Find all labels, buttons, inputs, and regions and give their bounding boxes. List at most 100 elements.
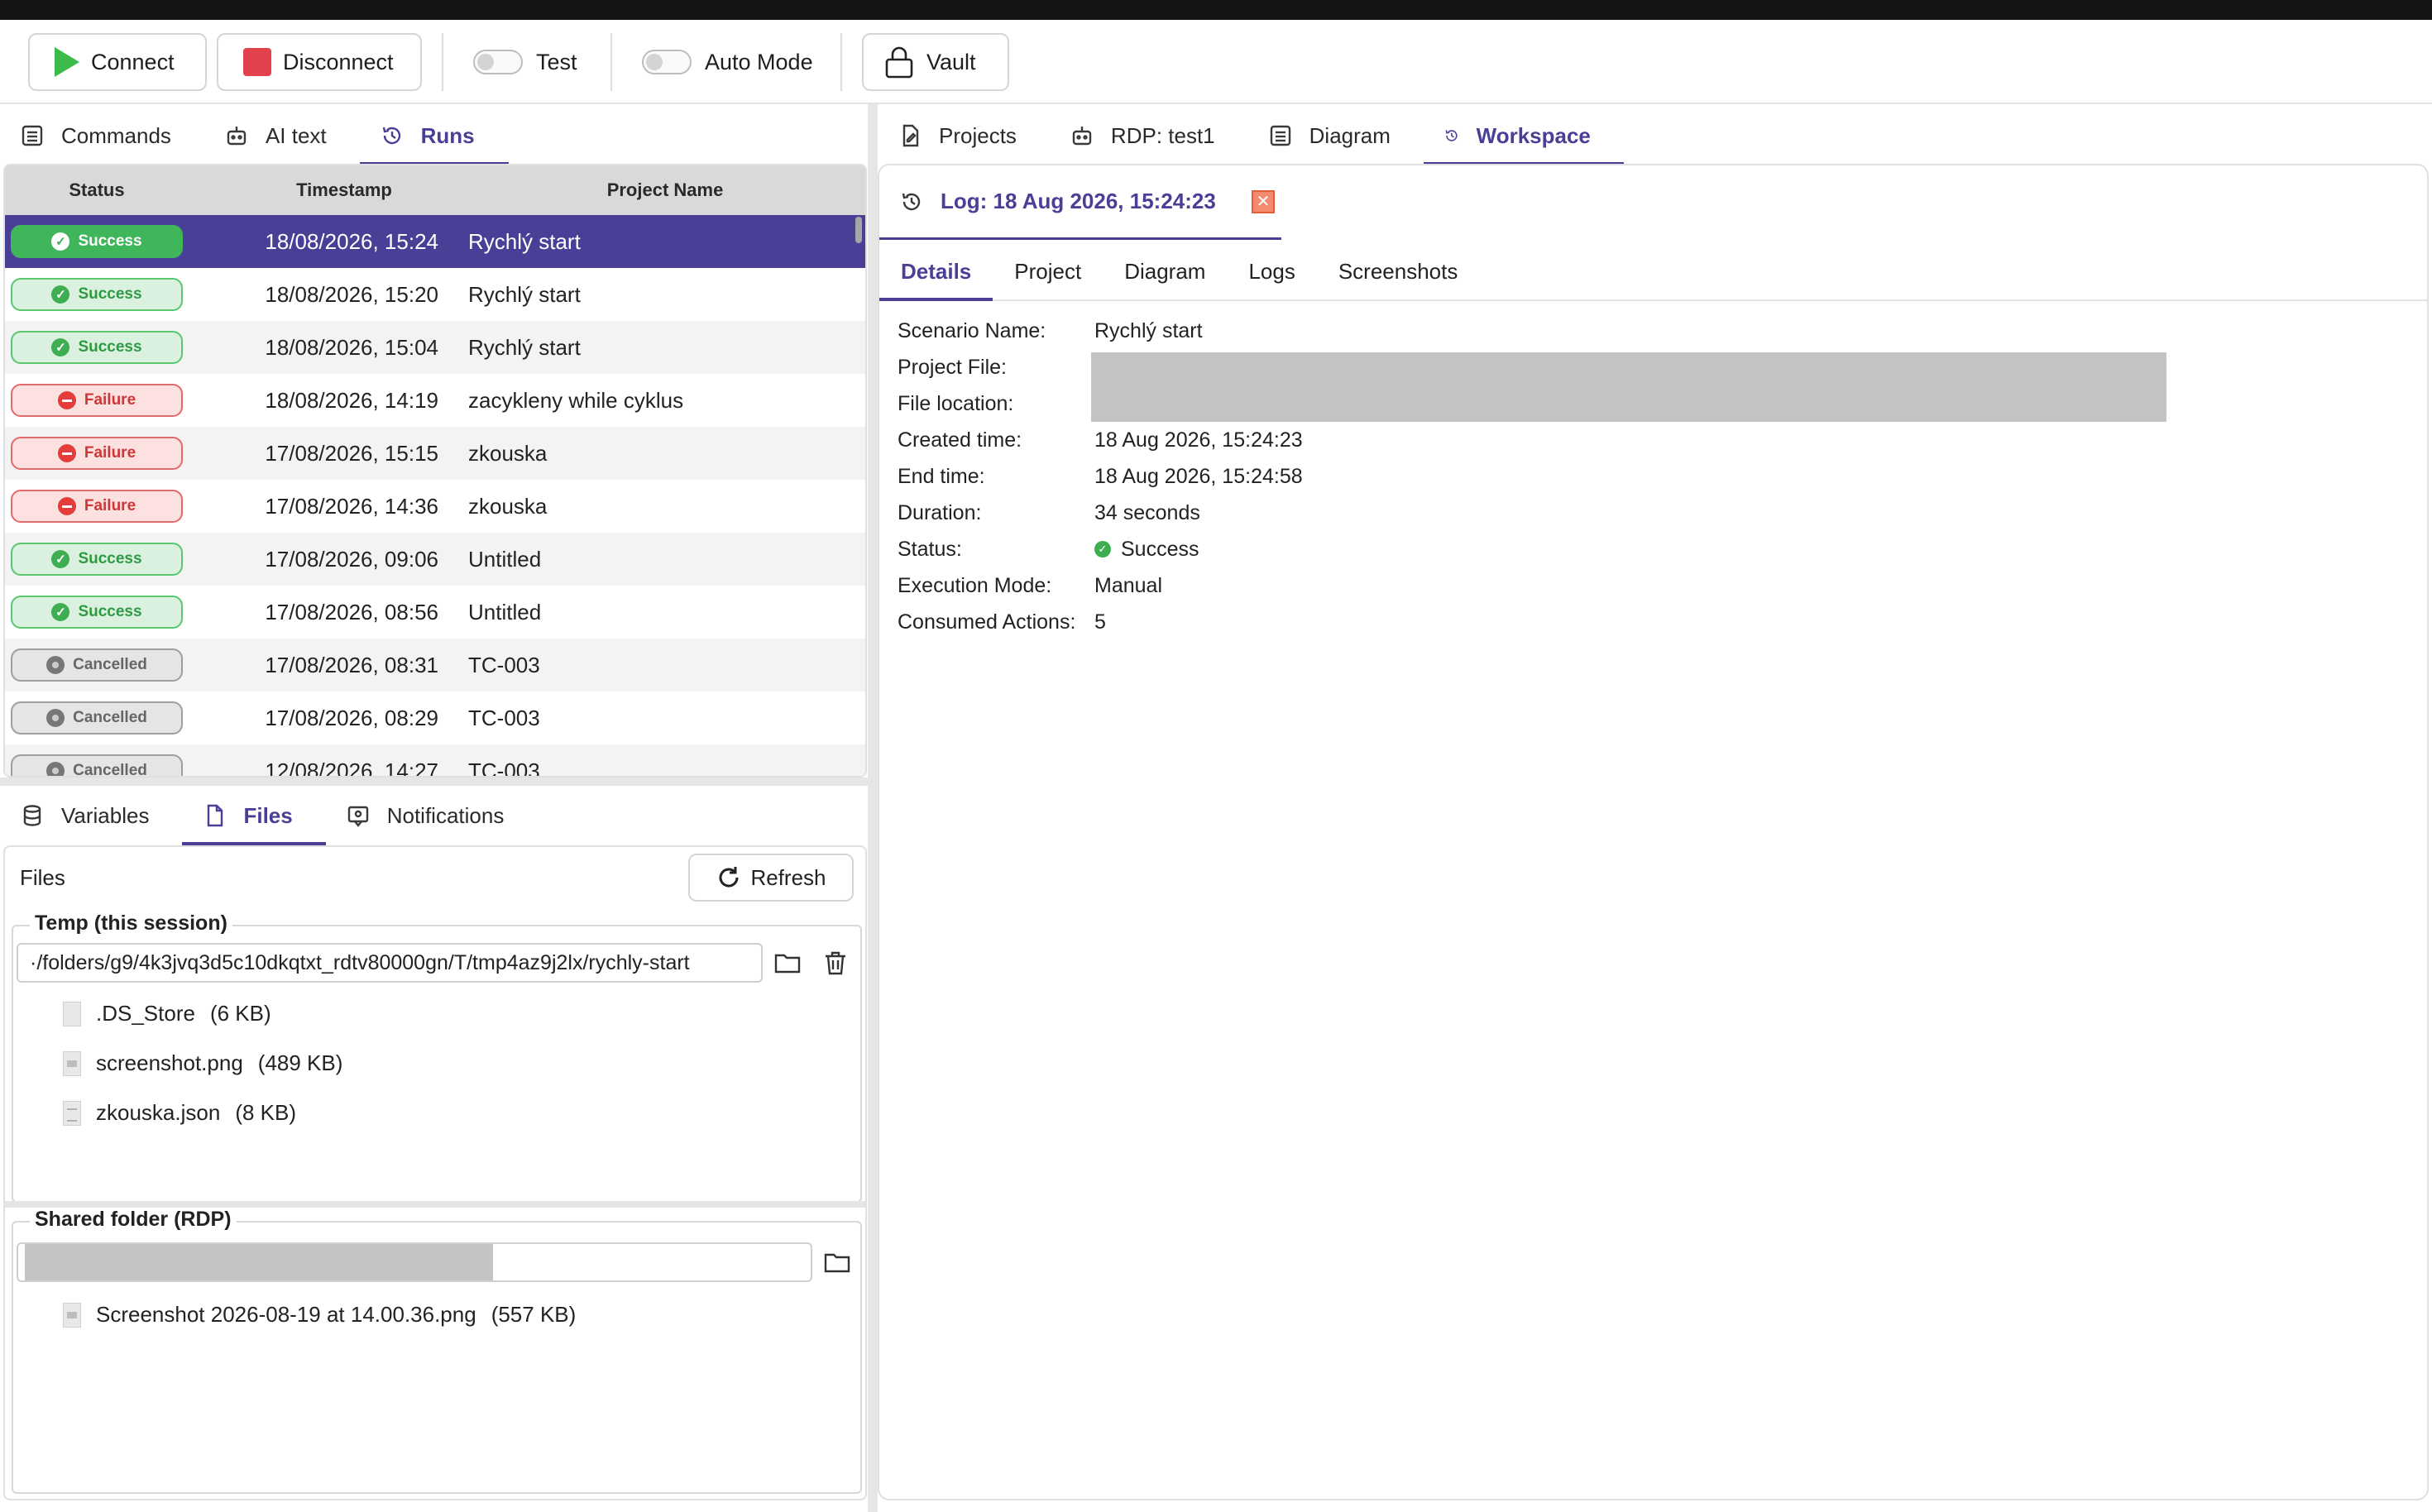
success-status-icon: ✓: [51, 232, 70, 251]
toolbar-separator: [840, 33, 842, 91]
table-row[interactable]: ✓ Success 17/08/2026, 08:56 Untitled: [5, 586, 865, 639]
log-tab[interactable]: Log: 18 Aug 2026, 15:24:23: [879, 165, 1281, 240]
table-row[interactable]: Cancelled 12/08/2026, 14:27 TC-003: [5, 744, 865, 778]
file-name: screenshot.png: [96, 1050, 243, 1075]
notification-icon: [347, 806, 368, 827]
file-item[interactable]: Screenshot 2026-08-19 at 14.00.36.png (55…: [63, 1302, 576, 1328]
detail-duration-value: 34 seconds: [1094, 500, 1200, 524]
tab-diagram[interactable]: Diagram: [1248, 106, 1424, 165]
tab-workspace-label: Workspace: [1476, 122, 1591, 148]
status-badge-label: Cancelled: [73, 656, 147, 673]
status-badge: Cancelled: [11, 648, 183, 682]
files-divider[interactable]: [5, 1201, 865, 1208]
subtab-details[interactable]: Details: [879, 243, 993, 301]
table-row[interactable]: Failure 17/08/2026, 15:15 zkouska: [5, 427, 865, 480]
shared-path-field[interactable]: [17, 1242, 812, 1282]
disconnect-button[interactable]: Disconnect: [217, 33, 422, 91]
project-name-cell: Rychlý start: [468, 228, 581, 254]
history-icon: [382, 127, 400, 145]
tab-projects[interactable]: Projects: [878, 106, 1050, 165]
tab-runs-label: Runs: [420, 122, 475, 148]
file-item[interactable]: zkouska.json (8 KB): [63, 1100, 296, 1126]
runs-scrollbar[interactable]: [855, 217, 862, 243]
test-toggle[interactable]: Test: [473, 33, 577, 91]
project-name-cell: zkouska: [468, 440, 548, 466]
file-icon: [208, 804, 223, 827]
right-tab-bar: Projects RDP: test1 Diagram Workspace: [878, 106, 1624, 165]
column-project-name[interactable]: Project Name: [500, 179, 831, 201]
detail-actions-row: Consumed Actions: 5: [898, 604, 1303, 640]
table-row[interactable]: Failure 18/08/2026, 14:19 zacykleny while …: [5, 374, 865, 427]
history-icon: [902, 193, 921, 210]
project-name-cell: Untitled: [468, 546, 542, 572]
column-timestamp[interactable]: Timestamp: [189, 179, 500, 201]
tab-files[interactable]: Files: [182, 786, 326, 845]
table-row[interactable]: ✓ Success 18/08/2026, 15:20 Rychlý start: [5, 268, 865, 321]
close-log-button[interactable]: ✕: [1252, 190, 1275, 213]
toolbar-separator: [610, 33, 612, 91]
project-name-cell: zkouska: [468, 493, 548, 519]
connect-button[interactable]: Connect: [28, 33, 207, 91]
status-badge-label: Cancelled: [73, 762, 147, 778]
table-row[interactable]: ✓ Success 18/08/2026, 15:04 Rychlý start: [5, 321, 865, 374]
file-item[interactable]: .DS_Store (6 KB): [63, 1001, 271, 1026]
file-icon: [63, 1302, 81, 1328]
history-icon: [1445, 130, 1458, 141]
status-cell: Cancelled: [5, 701, 189, 734]
timestamp-cell: 17/08/2026, 08:29: [265, 705, 438, 730]
timestamp-cell: 17/08/2026, 08:31: [265, 652, 438, 677]
subtab-logs[interactable]: Logs: [1227, 243, 1316, 299]
refresh-button[interactable]: Refresh: [688, 854, 854, 902]
project-name-cell: TC-003: [468, 705, 540, 730]
horizontal-splitter[interactable]: [0, 778, 868, 786]
status-cell: ✓ Success: [5, 543, 189, 576]
open-folder-button[interactable]: [771, 946, 804, 979]
test-toggle-switch[interactable]: [473, 50, 523, 74]
tab-ai-text[interactable]: AI text: [204, 106, 360, 165]
auto-mode-toggle[interactable]: Auto Mode: [642, 33, 813, 91]
tab-runs[interactable]: Runs: [359, 106, 509, 165]
detail-status-value: ✓ Success: [1094, 538, 1199, 562]
status-badge: ✓ Success: [11, 331, 183, 364]
vertical-splitter[interactable]: [868, 104, 878, 1512]
subtab-project[interactable]: Project: [993, 243, 1103, 299]
temp-path-field[interactable]: ·/folders/g9/4k3jvq3d5c10dkqtxt_rdtv8000…: [17, 943, 763, 983]
tab-rdp[interactable]: RDP: test1: [1050, 106, 1248, 165]
open-shared-folder-button[interactable]: [821, 1246, 854, 1279]
auto-mode-toggle-switch[interactable]: [642, 50, 692, 74]
file-item[interactable]: screenshot.png (489 KB): [63, 1050, 342, 1076]
disconnect-label: Disconnect: [283, 49, 394, 74]
status-badge: Cancelled: [11, 701, 183, 734]
vault-button[interactable]: Vault: [862, 33, 1009, 91]
list-icon: [1270, 125, 1290, 146]
project-name-cell: Rychlý start: [468, 334, 581, 360]
subtab-screenshots[interactable]: Screenshots: [1317, 243, 1480, 299]
delete-button[interactable]: [819, 946, 852, 979]
tab-notifications[interactable]: Notifications: [326, 786, 538, 845]
database-icon: [23, 805, 41, 826]
column-status[interactable]: Status: [5, 179, 189, 201]
detail-end-label: End time:: [898, 464, 985, 488]
timestamp-cell: 18/08/2026, 15:04: [265, 334, 438, 360]
project-name-cell: Rychlý start: [468, 281, 581, 307]
file-size: (489 KB): [257, 1050, 343, 1075]
toolbar-separator: [442, 33, 443, 91]
timestamp-cell: 12/08/2026, 14:27: [265, 758, 438, 778]
file-size: (557 KB): [491, 1302, 577, 1327]
tab-commands[interactable]: Commands: [0, 106, 204, 165]
table-row[interactable]: ✓ Success 18/08/2026, 15:24 Rychlý start: [5, 215, 865, 268]
window-top-strip: [0, 0, 2432, 20]
project-name-cell: Untitled: [468, 599, 542, 624]
folder-icon: [824, 1253, 850, 1273]
tab-workspace[interactable]: Workspace: [1423, 106, 1624, 165]
table-row[interactable]: Failure 17/08/2026, 14:36 zkouska: [5, 480, 865, 533]
detail-scenario-row: Scenario Name: Rychlý start: [898, 313, 1303, 349]
status-badge-label: Success: [78, 338, 142, 356]
table-row[interactable]: ✓ Success 17/08/2026, 09:06 Untitled: [5, 533, 865, 586]
table-row[interactable]: Cancelled 17/08/2026, 08:31 TC-003: [5, 639, 865, 691]
project-name-cell: TC-003: [468, 758, 540, 778]
table-row[interactable]: Cancelled 17/08/2026, 08:29 TC-003: [5, 691, 865, 744]
file-icon: [63, 1100, 81, 1126]
subtab-diagram[interactable]: Diagram: [1103, 243, 1227, 299]
tab-variables[interactable]: Variables: [0, 786, 182, 845]
